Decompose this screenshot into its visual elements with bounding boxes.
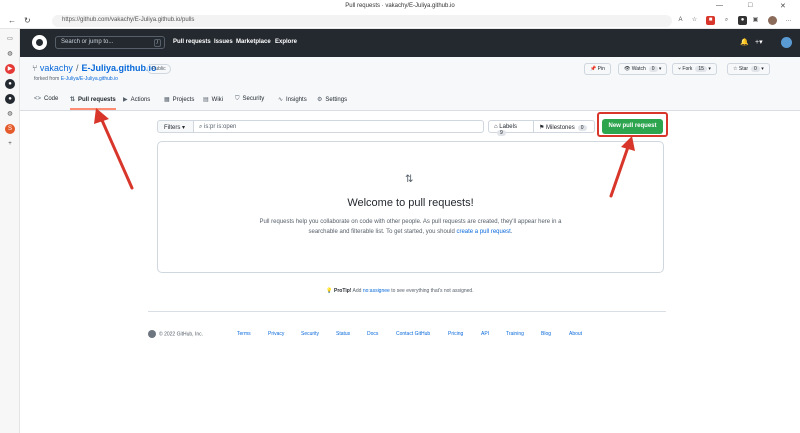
annotation-arrows bbox=[94, 108, 635, 198]
annotation-arrow-right bbox=[609, 136, 635, 198]
annotation-arrow-left bbox=[94, 108, 134, 190]
